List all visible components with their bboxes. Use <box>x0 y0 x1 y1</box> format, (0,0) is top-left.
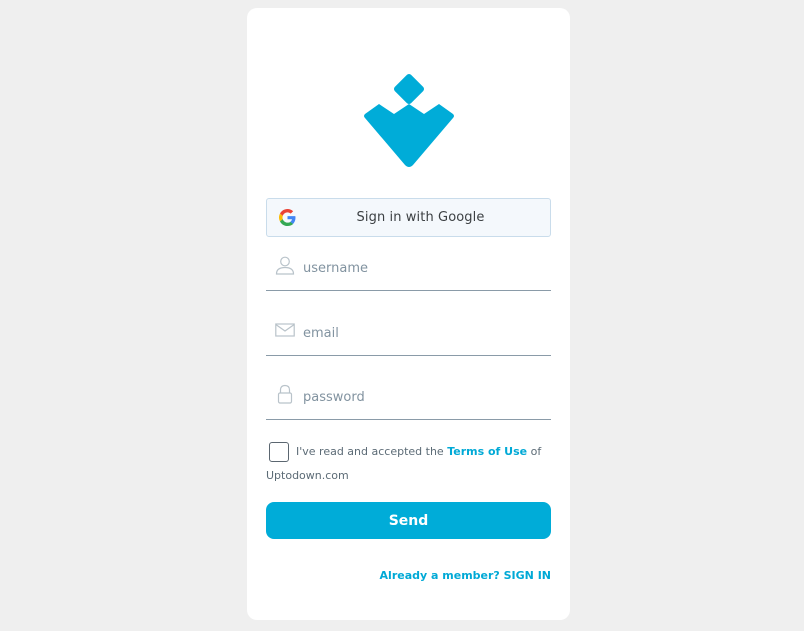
terms-text: I've read and accepted the Terms of Use … <box>296 445 541 458</box>
username-input[interactable] <box>303 258 543 278</box>
send-button[interactable]: Send <box>266 502 551 539</box>
user-icon <box>275 256 295 275</box>
terms-suffix: of <box>527 445 542 458</box>
username-field <box>266 251 551 291</box>
signin-link[interactable]: Already a member? SIGN IN <box>380 569 551 582</box>
email-input[interactable] <box>303 323 543 343</box>
terms-checkbox[interactable] <box>269 442 289 462</box>
terms-prefix: I've read and accepted the <box>296 445 448 458</box>
password-field <box>266 380 551 420</box>
google-signin-label: Sign in with Google <box>356 210 485 225</box>
password-input[interactable] <box>303 387 543 407</box>
terms-of-use-link[interactable]: Terms of Use <box>447 445 527 458</box>
email-field <box>266 316 551 356</box>
envelope-icon <box>275 323 295 337</box>
uptodown-logo-icon <box>364 73 454 167</box>
terms-site: Uptodown.com <box>266 469 349 482</box>
google-signin-button[interactable]: Sign in with Google <box>266 198 551 237</box>
lock-icon <box>277 384 293 404</box>
